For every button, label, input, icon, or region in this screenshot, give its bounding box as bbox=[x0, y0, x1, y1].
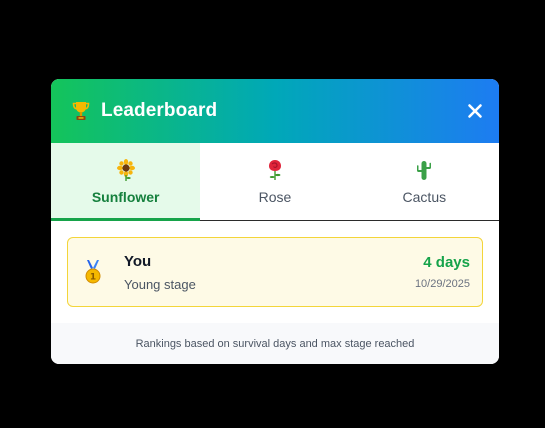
tab-rose[interactable]: Rose bbox=[200, 143, 349, 220]
entry-info: You Young stage bbox=[124, 253, 415, 292]
first-place-medal-icon: 1 bbox=[85, 260, 101, 284]
survival-days: 4 days bbox=[423, 254, 470, 271]
tab-label: Cactus bbox=[402, 188, 447, 205]
tab-label: Rose bbox=[258, 188, 292, 205]
modal-header: Leaderboard bbox=[51, 79, 499, 143]
player-stage: Young stage bbox=[124, 276, 196, 292]
sunflower-icon bbox=[116, 158, 135, 181]
plant-tabs: Sunflower Rose Cactus bbox=[51, 143, 499, 221]
list-item: 1 You Young stage 4 days 10/29/2025 bbox=[67, 237, 483, 307]
page-title: Leaderboard bbox=[101, 100, 218, 121]
player-name: You bbox=[124, 252, 152, 270]
tab-label: Sunflower bbox=[91, 188, 160, 205]
rose-icon bbox=[268, 159, 281, 180]
trophy-icon bbox=[72, 102, 90, 120]
svg-text:1: 1 bbox=[90, 273, 96, 283]
close-icon[interactable] bbox=[467, 103, 483, 119]
cactus-icon bbox=[417, 160, 432, 180]
entry-stats: 4 days 10/29/2025 bbox=[415, 254, 470, 290]
tab-cactus[interactable]: Cactus bbox=[350, 143, 499, 220]
entry-date: 10/29/2025 bbox=[414, 278, 470, 290]
tab-sunflower[interactable]: Sunflower bbox=[51, 143, 201, 221]
footer-note: Rankings based on survival days and max … bbox=[51, 323, 499, 364]
leaderboard-modal: Leaderboard Sunflower Rose Cactus 1 You … bbox=[51, 79, 499, 364]
leaderboard-list: 1 You Young stage 4 days 10/29/2025 bbox=[51, 221, 499, 323]
